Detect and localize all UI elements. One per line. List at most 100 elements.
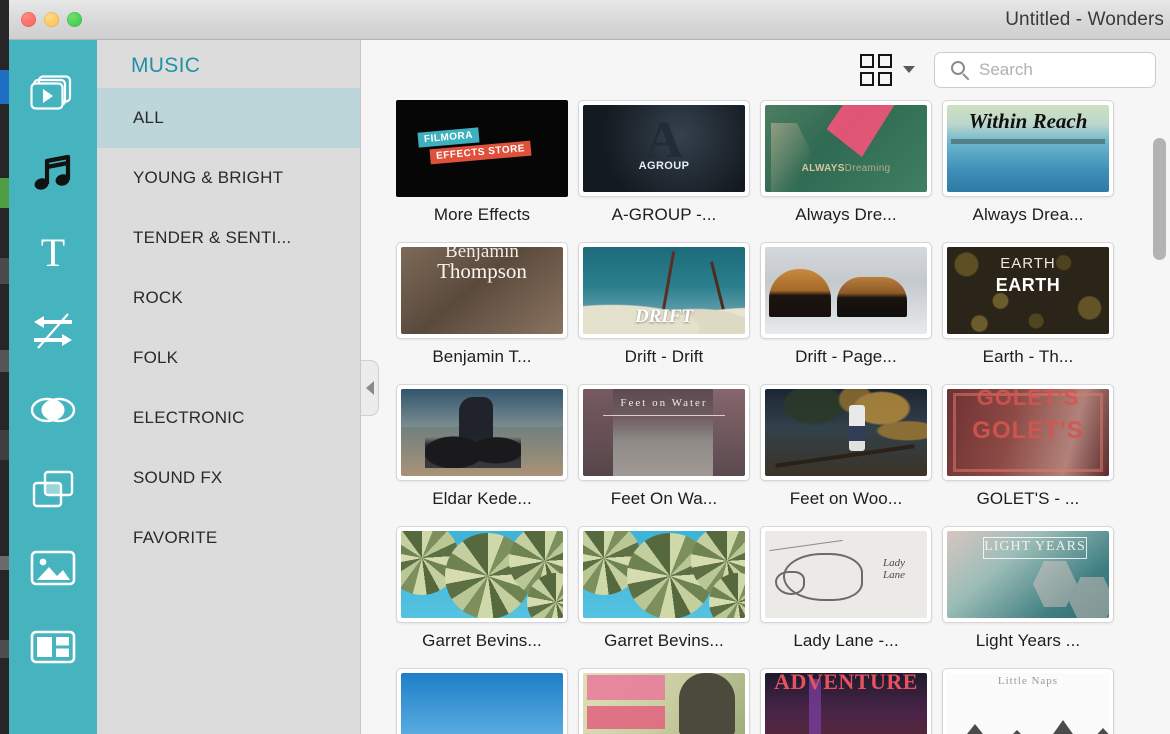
item-label: Drift - Drift [624,347,704,366]
item-label: Light Years ... [975,631,1081,650]
sidebar-item-effects[interactable] [25,383,81,437]
item-label: Eldar Kede... [432,489,532,508]
thumb-text: GOLET'S [976,389,1080,410]
item-label: GOLET'S - ... [976,489,1080,508]
grid-item[interactable]: DRIFT Drift - Drift [578,242,750,384]
grid-item[interactable]: EARTH EARTH Earth - Th... [942,242,1114,384]
category-item-tender-and-sentimental[interactable]: TENDER & SENTI... [97,208,360,268]
sidebar-item-audio-library[interactable] [25,146,81,200]
grid-item[interactable]: Garret Bevins... [396,526,568,668]
category-label: YOUNG & BRIGHT [133,168,284,187]
grid-item[interactable]: A AGROUP A-GROUP -... [578,100,750,242]
category-label: FAVORITE [133,528,218,547]
sidebar-item-overlays[interactable] [25,462,81,516]
category-label: ROCK [133,288,183,307]
item-label: Garret Bevins... [604,631,724,650]
grid-item[interactable]: FILMORA EFFECTS STORE More Effects [396,100,568,242]
grid-item[interactable]: Feet on Water Feet On Wa... [578,384,750,526]
grid-item[interactable]: ALWAYSDreaming Always Dre... [760,100,932,242]
item-label: A-GROUP -... [611,205,717,224]
item-thumbnail [578,668,750,734]
item-thumbnail [578,526,750,623]
item-label: Drift - Page... [795,347,897,366]
close-window-button[interactable] [21,12,36,27]
thumb-text: Within Reach [968,109,1088,133]
category-item-electronic[interactable]: ELECTRONIC [97,388,360,448]
item-label: Benjamin T... [432,347,532,366]
category-label: TENDER & SENTI... [133,228,292,247]
category-label: ELECTRONIC [133,408,245,427]
grid-item[interactable]: Garret Bevins... [578,526,750,668]
category-label: ALL [133,108,164,127]
thumb-text: EARTH [1000,255,1056,272]
item-thumbnail: ALWAYSDreaming [760,100,932,197]
item-label: Lady Lane -... [793,631,899,650]
item-thumbnail: GOLET'S GOLET'S [942,384,1114,481]
maximize-window-button[interactable] [67,12,82,27]
category-item-rock[interactable]: ROCK [97,268,360,328]
thumb-text: Feet on Water [620,397,708,409]
category-item-folk[interactable]: FOLK [97,328,360,388]
title-bar[interactable]: Untitled - Wonders [9,0,1170,40]
grid-item[interactable]: ADVENTURE [760,668,932,734]
transition-arrows-icon [30,312,76,350]
item-thumbnail: LIGHT YEARS [942,526,1114,623]
traffic-light-group [21,12,82,27]
sidebar-item-split-screen[interactable] [25,620,81,674]
app-window-root: Untitled - Wonders T MUSIC ALL YOUNG & B… [0,0,1170,734]
sidebar-item-titles[interactable]: T [25,225,81,279]
split-screen-icon [30,630,76,664]
item-thumbnail [396,384,568,481]
grid-item[interactable]: Eldar Kede... [396,384,568,526]
overlapping-squares-icon [31,469,75,509]
sidebar-item-transitions[interactable] [25,304,81,358]
category-panel-header: MUSIC [131,54,201,77]
grid-item[interactable]: Lady Lane Lady Lane -... [760,526,932,668]
thumb-text: LIGHT YEARS [984,539,1086,554]
item-thumbnail: EARTH EARTH [942,242,1114,339]
item-label: Always Drea... [972,205,1084,224]
thumb-text: AGROUP [638,160,690,172]
window-body: T MUSIC ALL YOUNG & BRIGHT TENDER & SENT… [9,40,1170,734]
search-icon [951,61,971,81]
sidebar-item-media-library[interactable] [25,67,81,121]
category-panel: MUSIC ALL YOUNG & BRIGHT TENDER & SENTI.… [97,40,361,734]
grid-item[interactable]: Feet on Woo... [760,384,932,526]
thumb-text: FILMORA [417,127,480,148]
item-label: Garret Bevins... [422,631,542,650]
item-thumbnail: A AGROUP [578,100,750,197]
category-item-sound-fx[interactable]: SOUND FX [97,448,360,508]
svg-text:T: T [41,232,65,272]
item-thumbnail [396,668,568,734]
grid-item[interactable] [578,668,750,734]
grid-view-icon[interactable] [860,54,894,88]
tool-rail: T [9,40,97,734]
category-label: FOLK [133,348,179,367]
thumb-text: EARTH [995,275,1061,295]
item-label: Earth - Th... [982,347,1074,366]
grid-item[interactable]: Drift - Page... [760,242,932,384]
category-item-all[interactable]: ALL [97,88,360,148]
item-thumbnail: Benjamin Thompson [396,242,568,339]
grid-item[interactable]: Within Reach Always Drea... [942,100,1114,242]
grid-item[interactable]: Little Naps [942,668,1114,734]
search-placeholder: Search [979,60,1033,79]
category-item-young-and-bright[interactable]: YOUNG & BRIGHT [97,148,360,208]
media-grid: FILMORA EFFECTS STORE More Effects A AGR… [362,100,1170,734]
grid-item[interactable]: LIGHT YEARS Light Years ... [942,526,1114,668]
category-label: SOUND FX [133,468,223,487]
minimize-window-button[interactable] [44,12,59,27]
sidebar-item-elements[interactable] [25,541,81,595]
category-item-favorite[interactable]: FAVORITE [97,508,360,568]
grid-item[interactable] [396,668,568,734]
grid-item[interactable]: GOLET'S GOLET'S GOLET'S - ... [942,384,1114,526]
application-window: Untitled - Wonders T MUSIC ALL YOUNG & B… [9,0,1170,734]
panel-collapse-handle[interactable] [361,360,379,416]
vertical-scrollbar-thumb[interactable] [1153,138,1166,260]
music-note-icon [32,153,74,193]
search-input[interactable]: Search [934,52,1156,88]
grid-item[interactable]: Benjamin Thompson Benjamin T... [396,242,568,384]
thumb-text: ALWAYSDreaming [801,163,891,174]
chevron-down-icon[interactable] [903,66,915,73]
text-t-icon: T [32,232,74,272]
